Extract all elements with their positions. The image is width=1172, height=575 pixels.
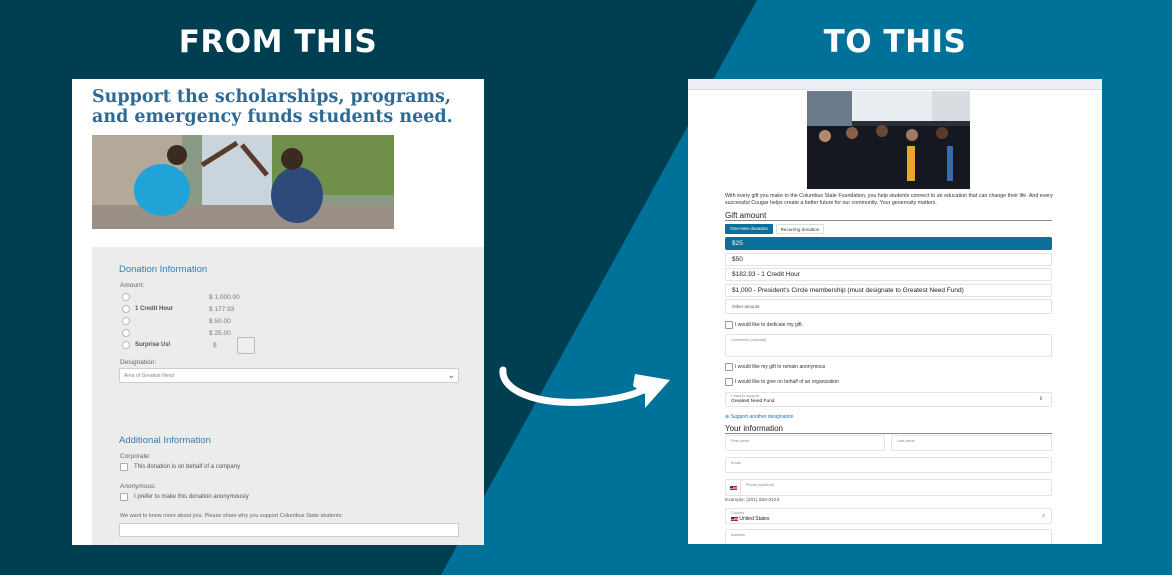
amount-value: $ 25.00 (209, 330, 231, 337)
us-flag-icon (731, 516, 738, 521)
intro-text: With every gift you make to the Columbus… (725, 193, 1053, 206)
designation-select[interactable]: Area of Greatest Need ⌄ (119, 368, 459, 383)
amount-option-50[interactable]: $50 (725, 253, 1052, 266)
amount-option-label: Surprise Us! (135, 342, 171, 348)
designation-value: Area of Greatest Need (124, 373, 175, 379)
amount-radio-50[interactable] (122, 317, 130, 325)
search-icon: ⌕ (1041, 511, 1046, 520)
country-value: United States (739, 516, 770, 522)
organization-checkbox-label: I would like to give on behalf of an org… (735, 379, 839, 385)
old-form-title: Support the scholarships, programs, and … (92, 87, 453, 127)
amount-label: Amount: (120, 282, 145, 289)
tab-one-time-donation[interactable]: One-time donation (725, 224, 773, 234)
amount-radio-credit-hour[interactable] (122, 305, 130, 313)
anonymous-label: Anonymous: (120, 483, 157, 490)
divider (725, 433, 1052, 434)
address-label: Address (731, 533, 745, 537)
country-select[interactable]: Country United States ⌕ (725, 508, 1052, 524)
designation-select[interactable]: I want to support Greatest Need Fund ⇕ (725, 392, 1052, 407)
corporate-checkbox[interactable] (120, 463, 128, 471)
amount-option-presidents-circle[interactable]: $1,000 - President's Circle membership (… (725, 284, 1052, 297)
why-support-label: We want to know more about you. Please s… (120, 513, 343, 519)
anonymous-checkbox-label: I would like my gift to remain anonymous (735, 364, 826, 370)
anonymous-checkbox[interactable] (725, 363, 733, 371)
last-name-input[interactable]: Last name (891, 435, 1052, 451)
new-form-screenshot: With every gift you make to the Columbus… (688, 79, 1102, 544)
why-support-textarea[interactable] (119, 523, 459, 537)
from-this-heading: FROM THIS (178, 24, 378, 60)
amount-value: $ 1,000.00 (209, 294, 240, 301)
gift-amount-heading: Gift amount (725, 211, 767, 220)
address-input[interactable]: Address (725, 529, 1052, 544)
amount-value: $ (213, 342, 217, 349)
old-donation-form: Donation Information Amount: $ 1,000.00 … (92, 247, 484, 545)
country-code-selector[interactable] (726, 480, 741, 495)
amount-option-label: 1 Credit Hour (135, 306, 174, 312)
tab-recurring-donation[interactable]: Recurring donation (776, 224, 824, 234)
dedicate-checkbox-label: I would like to dedicate my gift. (735, 322, 804, 328)
first-name-input[interactable]: First name (725, 435, 885, 451)
other-amount-input[interactable]: Other amount (725, 299, 1052, 314)
select-arrows-icon: ⇕ (1038, 396, 1043, 402)
old-form-screenshot: Support the scholarships, programs, and … (72, 79, 484, 545)
email-label: Email (731, 461, 741, 465)
amount-value: $ 50.00 (209, 318, 231, 325)
curved-arrow-icon (499, 366, 670, 408)
organization-checkbox[interactable] (725, 378, 733, 386)
first-name-label: First name (731, 439, 749, 443)
amount-radio-25[interactable] (122, 329, 130, 337)
comments-placeholder: Comments (optional) (731, 338, 767, 342)
amount-radio-1000[interactable] (122, 293, 130, 301)
anonymous-checkbox-label: I prefer to make this donation anonymous… (134, 494, 249, 500)
designation-label: I want to support (731, 394, 760, 398)
students-high-five-photo (92, 135, 394, 229)
phone-input[interactable]: Phone (optional) (725, 479, 1052, 496)
us-flag-icon (729, 485, 737, 490)
amount-option-25[interactable]: $25 (725, 237, 1052, 250)
graduates-photo (807, 91, 970, 189)
browser-bar (688, 79, 1102, 90)
chevron-down-icon: ⌄ (447, 370, 455, 380)
divider (725, 220, 1052, 221)
to-this-heading: TO THIS (823, 24, 967, 60)
amount-radio-surprise[interactable] (122, 341, 130, 349)
your-information-heading: Your information (725, 424, 783, 433)
corporate-checkbox-label: This donation is on behalf of a company (134, 464, 241, 470)
donation-information-heading: Donation Information (119, 264, 208, 275)
plus-circle-icon: ⊕ (725, 414, 730, 420)
dedicate-checkbox[interactable] (725, 321, 733, 329)
corporate-label: Corporate: (120, 453, 151, 460)
support-another-designation-link[interactable]: ⊕ Support another designation (725, 414, 793, 420)
comments-textarea[interactable]: Comments (optional) (725, 334, 1052, 357)
email-input[interactable]: Email (725, 457, 1052, 473)
designation-value: Greatest Need Fund (731, 399, 775, 404)
country-label: Country (731, 511, 745, 515)
last-name-label: Last name (897, 439, 915, 443)
anonymous-checkbox[interactable] (120, 493, 128, 501)
phone-example-hint: Example: (201) 555-0123 (725, 498, 780, 503)
phone-label: Phone (optional) (746, 483, 774, 487)
amount-option-credit-hour[interactable]: $182.93 - 1 Credit Hour (725, 268, 1052, 281)
amount-value: $ 177.93 (209, 306, 235, 313)
other-amount-input[interactable] (237, 337, 255, 354)
additional-information-heading: Additional Information (119, 435, 211, 446)
designation-label: Designation: (120, 359, 157, 366)
